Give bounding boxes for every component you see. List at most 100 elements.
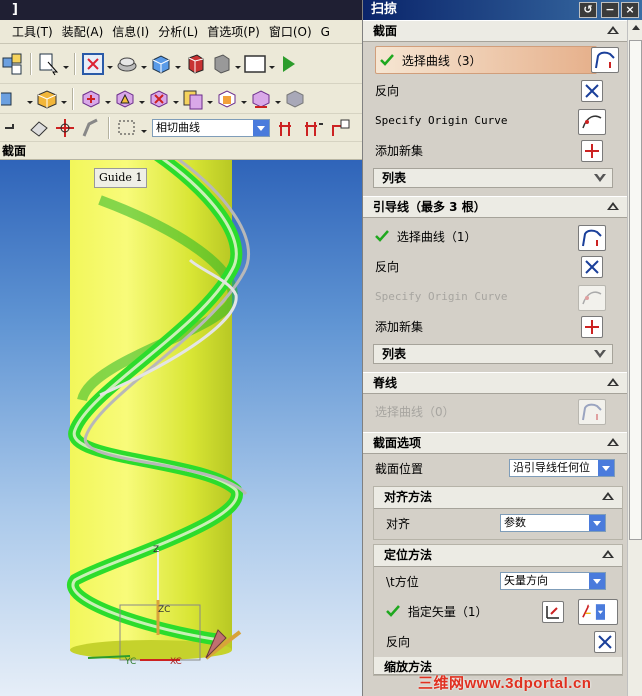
spine-select-curve-row[interactable]: 选择曲线（0） [363,394,627,430]
scroll-up-icon[interactable] [628,20,642,36]
chevron-up-icon[interactable] [607,378,619,386]
rectangle-select-icon[interactable] [115,116,139,140]
menu-window[interactable]: 窗口(O) [269,23,312,40]
intersect-curves-icon[interactable] [277,116,301,140]
dropdown-arrow-icon[interactable] [268,52,276,76]
orientation-value: 矢量方向 [504,574,548,587]
orientation-header[interactable]: 定位方法 [374,545,622,567]
bend-icon[interactable] [79,116,103,140]
red-box-icon[interactable] [183,52,207,76]
scrollbar-thumb[interactable] [629,40,642,540]
follow-fillet-icon[interactable] [329,116,353,140]
snap-point-icon[interactable] [53,116,77,140]
draft-icon[interactable] [113,87,137,111]
dropdown-arrow-icon[interactable] [138,87,146,111]
sections-select-curve-row[interactable]: 选择曲线（3） [375,46,619,74]
menu-assembly[interactable]: 装配(A) [62,23,104,40]
menu-analysis[interactable]: 分析(L) [158,23,198,40]
chevron-down-icon[interactable] [594,174,606,182]
dropdown-arrow-icon[interactable] [274,87,282,111]
dropdown-arrow-icon[interactable] [206,87,214,111]
add-new-set-button[interactable] [581,140,603,162]
group-guides-header[interactable]: 引导线（最多 3 根） [363,196,627,218]
chevron-down-icon [253,119,269,136]
dropdown-arrow-icon[interactable] [172,87,180,111]
orientation-select[interactable]: 矢量方向 [500,572,606,590]
background-icon[interactable] [243,52,267,76]
reverse-direction-button[interactable] [581,80,603,102]
menu-information[interactable]: 信息(I) [112,23,149,40]
sections-list-toggle[interactable]: 列表 [373,168,613,188]
chevron-down-icon[interactable] [594,350,606,358]
select-section-curve-button[interactable] [591,47,619,73]
guides-list-toggle[interactable]: 列表 [373,344,613,364]
section-position-value: 沿引导线任何位 [513,461,590,474]
dropdown-arrow-icon[interactable] [174,52,182,76]
curve-rule-select[interactable]: 相切曲线 [152,118,270,137]
alignment-header[interactable]: 对齐方法 [374,487,622,509]
intersect-icon[interactable] [181,87,205,111]
copy-objects-icon[interactable] [1,52,25,76]
sections-add-new-set-row: 添加新集 [363,136,627,166]
partial-icon[interactable] [1,87,25,111]
stop-at-intersection-icon[interactable] [303,116,327,140]
select-guide-curve-button[interactable] [578,225,606,251]
unite-icon[interactable] [79,87,103,111]
dropdown-arrow-icon[interactable] [240,87,248,111]
fit-view-icon[interactable] [81,52,105,76]
group-sections-header[interactable]: 截面 [363,20,627,42]
chevron-up-icon[interactable] [607,202,619,210]
vector-constructor-button[interactable] [542,601,564,623]
dropdown-arrow-icon[interactable] [60,87,68,111]
menu-tools[interactable]: 工具(T) [12,23,53,40]
dropdown-arrow-icon[interactable] [62,52,70,76]
close-icon[interactable]: × [621,2,639,18]
minimize-icon[interactable]: − [601,2,619,18]
shaded-view-icon[interactable] [149,52,173,76]
section-position-select[interactable]: 沿引导线任何位 [509,459,615,477]
reverse-direction-button[interactable] [581,256,603,278]
play-icon[interactable] [277,52,301,76]
specify-vector-row[interactable]: 指定矢量（1） [374,597,622,627]
reset-icon[interactable]: ↺ [579,2,597,18]
menu-gc-toolkits[interactable]: G [321,25,330,39]
sections-add-new-set-label: 添加新集 [375,144,424,158]
chevron-up-icon[interactable] [607,438,619,446]
select-filter-icon[interactable] [37,52,61,76]
grey-solid-icon[interactable] [283,87,307,111]
grey-box-icon[interactable] [209,52,233,76]
dropdown-arrow-icon[interactable] [140,116,148,140]
guides-select-curve-row[interactable]: 选择曲线（1） [363,222,627,252]
dialog-scrollbar[interactable] [627,20,642,696]
menu-preferences[interactable]: 首选项(P) [207,23,260,40]
section-position-label: 截面位置 [375,462,424,476]
add-new-set-button[interactable] [581,316,603,338]
offset-face-icon[interactable] [215,87,239,111]
app-title: ] [12,2,18,17]
graphics-viewport[interactable]: Z ZC YC XC Guide 1 [0,160,362,696]
sweep-model-scene[interactable]: Z ZC YC XC [0,160,362,696]
dropdown-arrow-icon[interactable] [140,52,148,76]
rotate-view-icon[interactable] [115,52,139,76]
specify-origin-curve-button[interactable] [578,109,606,135]
reverse-direction-button[interactable] [594,631,616,653]
group-spine-header[interactable]: 脊线 [363,372,627,394]
dropdown-arrow-icon[interactable] [104,87,112,111]
chevron-up-icon[interactable] [602,492,614,500]
eraser-icon[interactable] [27,116,51,140]
vector-type-dropdown[interactable] [578,599,618,625]
toolbar-features [0,84,362,114]
subtract-icon[interactable] [147,87,171,111]
chevron-up-icon[interactable] [602,550,614,558]
alignment-select[interactable]: 参数 [500,514,606,532]
chevron-up-icon[interactable] [607,26,619,34]
dropdown-arrow-icon[interactable] [26,87,34,111]
select-spine-curve-button [578,399,606,425]
scale-body-icon[interactable] [249,87,273,111]
arrow-back-icon[interactable] [1,116,25,140]
nx-application: ] 工具(T) 装配(A) 信息(I) 分析(L) 首选项(P) 窗口(O) G [0,0,362,696]
dropdown-arrow-icon[interactable] [106,52,114,76]
block-icon[interactable] [35,87,59,111]
dropdown-arrow-icon[interactable] [234,52,242,76]
group-section-options-header[interactable]: 截面选项 [363,432,627,454]
